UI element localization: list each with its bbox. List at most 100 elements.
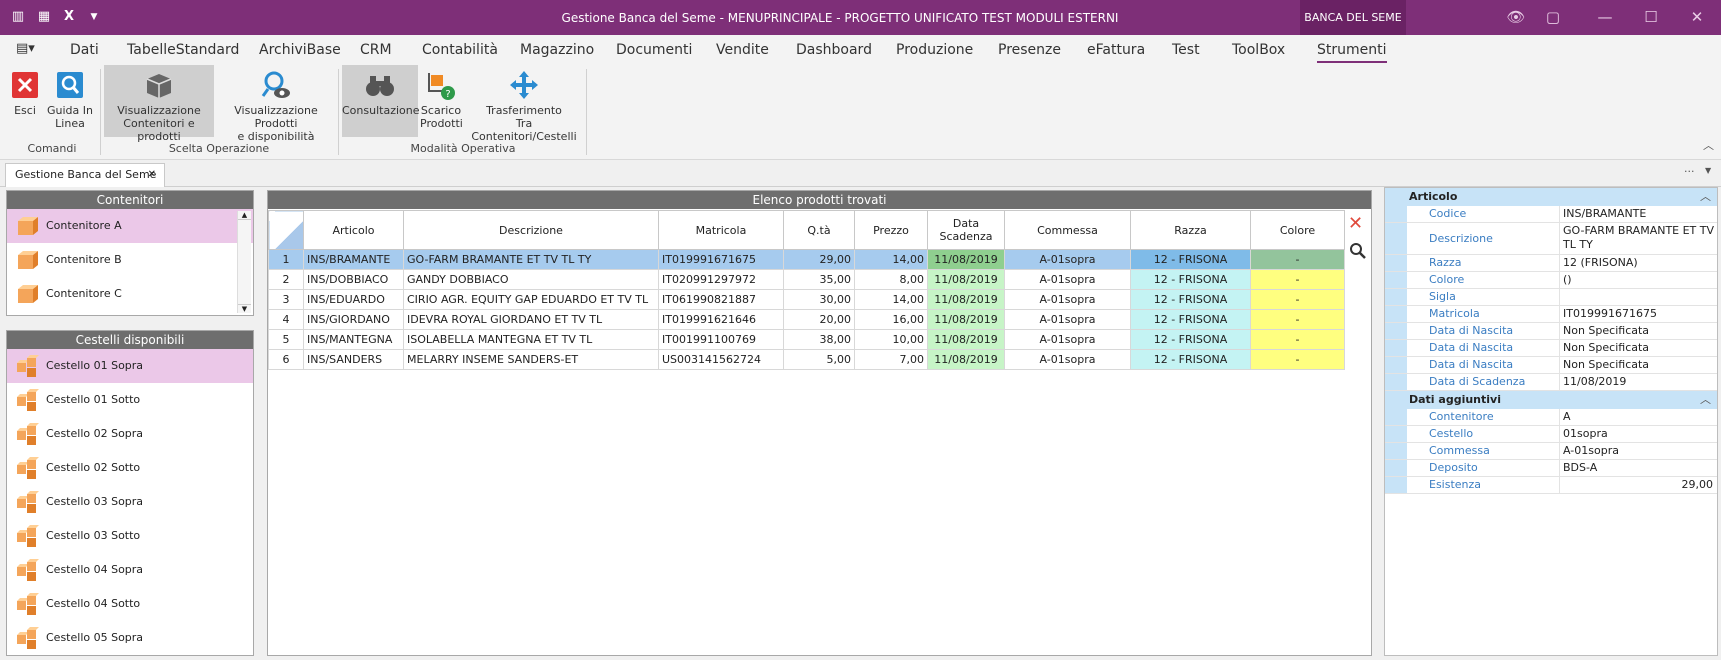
menu-app-icon[interactable]: ▤▾ (16, 41, 35, 56)
prop-row[interactable]: Colore() (1385, 272, 1717, 289)
col-data-scadenza[interactable]: Data Scadenza (927, 210, 1005, 250)
esci-button[interactable]: Esci (8, 65, 42, 137)
prop-row[interactable]: Codice INS/BRAMANTE (1385, 206, 1717, 223)
collapse-ribbon-icon[interactable]: ︿ (1703, 137, 1714, 153)
list-item-cestello[interactable]: Cestello 03 Sopra (7, 485, 253, 519)
cell-commessa: A-01sopra (1004, 309, 1131, 330)
tab-dropdown-icon[interactable]: ▼ (1705, 166, 1711, 175)
collapse-section-icon[interactable]: ︿ (1700, 188, 1711, 206)
menu-tabellestandard[interactable]: TabelleStandard (127, 42, 239, 58)
cell-data-scadenza: 11/08/2019 (927, 329, 1005, 350)
doc-tab-banca-seme[interactable]: Gestione Banca del Seme ✕ (5, 163, 165, 187)
prop-row[interactable]: Deposito BDS-A (1385, 460, 1717, 477)
col-articolo[interactable]: Articolo (303, 210, 404, 250)
menu-contabilita[interactable]: Contabilità (422, 42, 498, 58)
menu-crm[interactable]: CRM (360, 42, 392, 58)
col-prezzo[interactable]: Prezzo (854, 210, 928, 250)
menu-toolbox[interactable]: ToolBox (1232, 42, 1285, 58)
ribbon: Esci Guida In Linea Visualizzazione Cont… (0, 65, 1721, 160)
list-item-contenitore[interactable]: Contenitore C (7, 277, 253, 311)
app-logo-icon[interactable]: ▥ (10, 9, 26, 25)
col-colore[interactable]: Colore (1250, 210, 1345, 250)
prop-row[interactable]: Razza 12 (FRISONA) (1385, 255, 1717, 272)
menu-magazzino[interactable]: Magazzino (520, 42, 594, 58)
menu-archivibase[interactable]: ArchiviBase (259, 42, 341, 58)
col-commessa[interactable]: Commessa (1004, 210, 1131, 250)
menu-dashboard[interactable]: Dashboard (796, 42, 872, 58)
consultazione-button[interactable]: Consultazione (342, 65, 420, 137)
col-qta[interactable]: Q.tà (783, 210, 855, 250)
col-descrizione[interactable]: Descrizione (403, 210, 659, 250)
list-item-cestello[interactable]: Cestello 04 Sotto (7, 587, 253, 621)
excel-icon[interactable]: X (61, 9, 77, 25)
close-button[interactable]: ✕ (1674, 0, 1720, 35)
prop-row[interactable]: Data di Nascita Non Specificata (1385, 323, 1717, 340)
more-options-icon[interactable]: ··· (1684, 165, 1695, 178)
list-item-cestello[interactable]: Cestello 04 Sopra (7, 553, 253, 587)
table-row[interactable]: 5 INS/MANTEGNA ISOLABELLA MANTEGNA ET TV… (268, 329, 1345, 350)
prop-row[interactable]: Data di Nascita Non Specificata (1385, 340, 1717, 357)
table-row[interactable]: 2 INS/DOBBIACO GANDY DOBBIACO IT02099129… (268, 269, 1345, 290)
prop-value: 12 (FRISONA) (1560, 255, 1717, 271)
contenitori-scrollbar[interactable]: ▲ ▼ (237, 211, 251, 313)
section-articolo[interactable]: Articolo ︿ (1385, 188, 1717, 206)
list-item-cestello[interactable]: Cestello 01 Sopra (7, 349, 253, 383)
list-item-contenitore[interactable]: Contenitore B (7, 243, 253, 277)
minimize-button[interactable]: — (1582, 0, 1628, 35)
scroll-up-icon[interactable]: ▲ (238, 211, 251, 220)
scroll-down-icon[interactable]: ▼ (238, 304, 251, 313)
baskets-icon (17, 627, 39, 649)
col-matricola[interactable]: Matricola (658, 210, 784, 250)
prop-row[interactable]: Data di Nascita Non Specificata (1385, 357, 1717, 374)
list-item-cestello[interactable]: Cestello 05 Sopra (7, 621, 253, 655)
menu-presenze[interactable]: Presenze (998, 42, 1061, 58)
dropdown-arrow-icon[interactable]: ▼ (86, 9, 102, 25)
section-dati-aggiuntivi[interactable]: Dati aggiuntivi ︿ (1385, 391, 1717, 409)
list-item-cestello[interactable]: Cestello 02 Sotto (7, 451, 253, 485)
prop-key: Razza (1385, 255, 1560, 271)
cell-num: 5 (268, 329, 304, 350)
close-tab-icon[interactable]: ✕ (148, 164, 156, 186)
table-row[interactable]: 4 INS/GIORDANO IDEVRA ROYAL GIORDANO ET … (268, 309, 1345, 330)
menu-documenti[interactable]: Documenti (616, 42, 692, 58)
cell-descrizione: ISOLABELLA MANTEGNA ET TV TL (403, 329, 659, 350)
prop-row[interactable]: Sigla (1385, 289, 1717, 306)
row-indicator-header[interactable] (268, 210, 304, 250)
contenitori-header: Contenitori (7, 191, 253, 209)
calculator-icon[interactable]: ▦ (36, 9, 52, 25)
collapse-section-icon[interactable]: ︿ (1700, 391, 1711, 409)
list-item-cestello[interactable]: Cestello 02 Sopra (7, 417, 253, 451)
restore-window-icon[interactable]: ▢ (1530, 0, 1576, 35)
table-row[interactable]: 1 INS/BRAMANTE GO-FARM BRAMANTE ET TV TL… (268, 249, 1345, 270)
list-item-cestello[interactable]: Cestello 03 Sotto (7, 519, 253, 553)
prop-row[interactable]: Cestello 01sopra (1385, 426, 1717, 443)
menu-produzione[interactable]: Produzione (896, 42, 973, 58)
prop-row[interactable]: Data di Scadenza 11/08/2019 (1385, 374, 1717, 391)
list-item-cestello[interactable]: Cestello 01 Sotto (7, 383, 253, 417)
col-razza[interactable]: Razza (1130, 210, 1251, 250)
menu-efattura[interactable]: eFattura (1087, 42, 1145, 58)
scarico-prodotti-button[interactable]: ? Scarico Prodotti (420, 65, 463, 137)
maximize-button[interactable]: ☐ (1628, 0, 1674, 35)
prop-row[interactable]: Descrizione GO-FARM BRAMANTE ET TV TL TY (1385, 223, 1717, 255)
visualizzazione-contenitori-button[interactable]: Visualizzazione Contenitori e prodotti (104, 65, 214, 143)
menu-strumenti[interactable]: Strumenti (1317, 42, 1387, 63)
menu-test[interactable]: Test (1172, 42, 1200, 58)
cell-num: 2 (268, 269, 304, 290)
visualizzazione-prodotti-button[interactable]: Visualizzazione Prodotti e disponibilità (218, 65, 334, 143)
search-icon[interactable] (1349, 242, 1367, 260)
baskets-icon (17, 593, 39, 615)
prop-row[interactable]: Matricola IT019991671675 (1385, 306, 1717, 323)
prop-row[interactable]: Esistenza 29,00 (1385, 477, 1717, 494)
list-item-contenitore[interactable]: Contenitore A (7, 209, 253, 243)
prop-row[interactable]: Contenitore A (1385, 409, 1717, 426)
clear-filter-icon[interactable]: ✕ (1348, 213, 1363, 234)
menu-vendite[interactable]: Vendite (716, 42, 769, 58)
prop-row[interactable]: Commessa A-01sopra (1385, 443, 1717, 460)
menu-dati[interactable]: Dati (70, 42, 99, 58)
trasferimento-button[interactable]: Trasferimento Tra Contenitori/Cestelli (466, 65, 582, 143)
prop-key: Contenitore (1385, 409, 1560, 425)
guida-button[interactable]: Guida In Linea (46, 65, 94, 137)
table-row[interactable]: 6 INS/SANDERS MELARRY INSEME SANDERS-ET … (268, 349, 1345, 370)
table-row[interactable]: 3 INS/EDUARDO CIRIO AGR. EQUITY GAP EDUA… (268, 289, 1345, 310)
